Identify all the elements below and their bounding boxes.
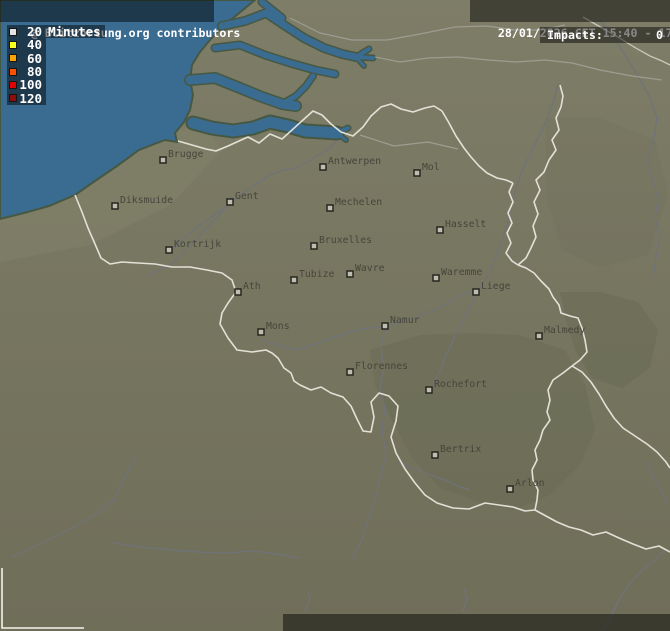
city-label-ath: Ath [243,281,261,292]
city-marker-rochefort [426,387,432,393]
city-marker-hasselt [437,227,443,233]
city-label-bruxelles: Bruxelles [319,235,372,246]
impacts-label: Impacts: [547,27,603,43]
city-label-hasselt: Hasselt [445,219,486,230]
city-label-wavre: Wavre [355,263,385,274]
legend-row-20: 20Minutes [7,25,105,38]
city-label-waremme: Waremme [441,267,482,278]
legend-swatch-120 [9,94,17,102]
legend-row-40: 40 [7,38,46,51]
city-label-kortrijk: Kortrijk [174,239,221,250]
city-label-namur: Namur [390,315,420,326]
city-label-mechelen: Mechelen [335,197,382,208]
city-marker-waremme [433,275,439,281]
city-marker-arlon [507,486,513,492]
city-marker-tubize [291,277,297,283]
legend-swatch-20 [9,28,17,36]
city-marker-gent [227,199,233,205]
legend-unit-label: Minutes [48,24,101,39]
legend-swatch-80 [9,68,17,76]
city-label-brugge: Brugge [168,149,203,160]
legend-row-60: 60 [7,52,46,65]
age-legend: 20Minutes406080100120 [7,25,105,105]
lightning-map-app: Brugge Antwerpen Mol Gent Mechelen Diksmuide H… [0,0,670,631]
legend-row-100: 100 [7,78,46,91]
city-marker-bruxelles [311,243,317,249]
city-marker-wavre [347,271,353,277]
city-marker-antwerpen [320,164,326,170]
city-marker-florennes [347,369,353,375]
city-label-florennes: Florennes [355,361,408,372]
city-label-liege: Liege [481,281,511,292]
city-marker-ath [235,289,241,295]
datetime-bar: 28/01/2026 CET 15:40 - 17:40 [470,0,670,22]
legend-swatch-60 [9,54,17,62]
city-label-mons: Mons [266,321,290,332]
legend-swatch-100 [9,81,17,89]
city-label-tubize: Tubize [299,269,334,280]
city-label-rochefort: Rochefort [434,379,487,390]
legend-swatch-40 [9,41,17,49]
city-label-arlon: Arlon [515,478,545,489]
city-marker-bertrix [432,452,438,458]
city-marker-malmedy [536,333,542,339]
city-label-mol: Mol [422,162,440,173]
city-label-diksmuide: Diksmuide [120,195,173,206]
city-label-gent: Gent [235,191,259,202]
city-marker-brugge [160,157,166,163]
city-marker-diksmuide [112,203,118,209]
city-marker-namur [382,323,388,329]
city-marker-kortrijk [166,247,172,253]
city-marker-liege [473,289,479,295]
footer-bar: Generated by www.meteobelgique.be / www.… [283,614,670,631]
city-label-malmedy: Malmedy [544,325,585,336]
attribution-bar: @ Blitzortung.org contributors [0,0,214,22]
legend-row-120: 120 [7,91,46,104]
city-label-bertrix: Bertrix [440,444,481,455]
city-marker-mons [258,329,264,335]
city-label-antwerpen: Antwerpen [328,156,381,167]
city-marker-mechelen [327,205,333,211]
legend-row-80: 80 [7,65,46,78]
impacts-value: 0 [656,27,663,43]
impacts-box: Impacts: 0 [540,27,670,43]
city-marker-mol [414,170,420,176]
legend-value: 120 [19,91,42,106]
